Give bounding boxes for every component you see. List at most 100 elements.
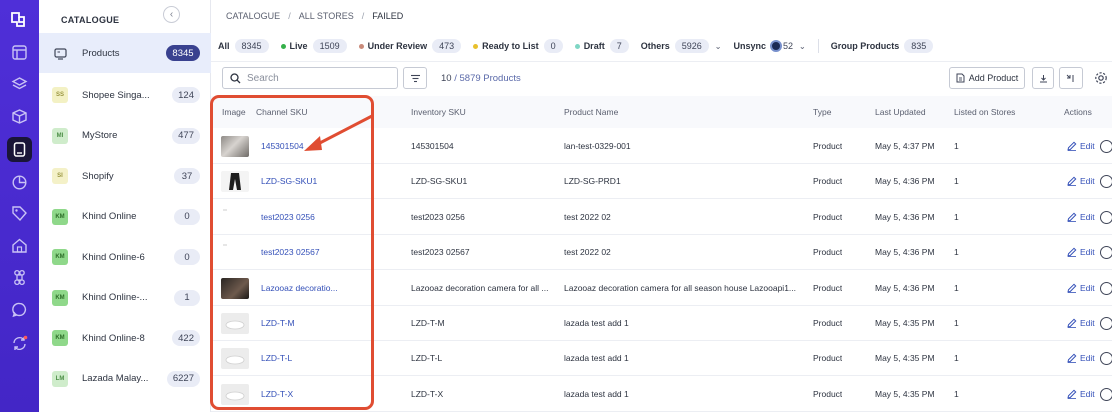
- tab-all[interactable]: All 8345: [218, 39, 269, 53]
- more-actions-icon[interactable]: [1100, 317, 1112, 330]
- chat-icon[interactable]: [7, 297, 32, 322]
- search-input[interactable]: Search: [222, 67, 398, 89]
- last-updated: May 5, 4:35 PM: [875, 353, 935, 364]
- product-image[interactable]: [221, 136, 249, 157]
- col-product-name[interactable]: Product Name: [564, 107, 618, 117]
- edit-button[interactable]: Edit: [1067, 389, 1095, 399]
- tab-ready-to-list[interactable]: Ready to List 0: [473, 39, 563, 53]
- col-channel-sku[interactable]: Channel SKU: [256, 107, 308, 117]
- channel-sku-link[interactable]: LZD-T-L: [261, 353, 401, 363]
- catalogue-panel: CATALOGUE Products 8345 SS Shopee Singa..…: [39, 0, 211, 412]
- sidebar-item-store[interactable]: KM Khind Online-8 422: [39, 318, 211, 358]
- table-row[interactable]: LZD-SG-SKU1 LZD-SG-SKU1 LZD-SG-PRD1 Product…: [211, 164, 1112, 200]
- product-image[interactable]: [221, 171, 249, 193]
- live-status-dot: [280, 43, 286, 49]
- download-button[interactable]: [1032, 67, 1054, 89]
- table-row[interactable]: LZD-T-M LZD-T-M lazada test add 1 Product Ma…: [211, 306, 1112, 341]
- add-product-button[interactable]: Add Product: [949, 67, 1025, 89]
- sync-icon[interactable]: [7, 331, 32, 356]
- collapse-panel-button[interactable]: ‹: [163, 6, 180, 23]
- channel-sku-link[interactable]: LZD-SG-SKU1: [261, 176, 401, 186]
- edit-button[interactable]: Edit: [1067, 353, 1095, 363]
- product-count: 10 / 5879 Products: [441, 73, 521, 84]
- box-icon[interactable]: [7, 104, 32, 129]
- gear-icon[interactable]: [1094, 71, 1108, 85]
- channel-sku-link[interactable]: Lazooaz decoratio...: [261, 283, 401, 293]
- catalogue-icon[interactable]: [7, 137, 32, 162]
- table-row[interactable]: test2023 0256 test2023 0256 test 2022 02 Pr…: [211, 199, 1112, 235]
- store-avatar-icon: SS: [52, 87, 68, 103]
- breadcrumb-catalogue[interactable]: CATALOGUE: [226, 11, 280, 21]
- listed-on-stores: 1: [954, 353, 959, 364]
- edit-button[interactable]: Edit: [1067, 283, 1095, 293]
- edit-label: Edit: [1080, 353, 1095, 364]
- channel-sku-link[interactable]: test2023 02567: [261, 247, 401, 257]
- channel-sku-link[interactable]: LZD-T-M: [261, 318, 401, 328]
- sidebar-item-label: Products: [82, 47, 120, 59]
- product-image[interactable]: [221, 348, 249, 370]
- sidebar-item-store[interactable]: LM Lazada Malay... 6227: [39, 359, 211, 399]
- channel-sku-link[interactable]: 145301504: [261, 141, 401, 151]
- edit-button[interactable]: Edit: [1067, 212, 1095, 222]
- more-actions-icon[interactable]: [1100, 210, 1112, 224]
- table-row[interactable]: LZD-T-L LZD-T-L lazada test add 1 Product Ma…: [211, 341, 1112, 377]
- expand-button[interactable]: [1059, 67, 1083, 89]
- table-row[interactable]: Lazooaz decoratio... Lazooaz decoration c…: [211, 270, 1112, 306]
- sidebar-item-count: 6227: [166, 370, 200, 387]
- sidebar-item-store[interactable]: MI MyStore 477: [39, 116, 211, 156]
- layers-icon[interactable]: [7, 72, 32, 97]
- breadcrumb-all-stores[interactable]: ALL STORES: [299, 11, 354, 21]
- more-actions-icon[interactable]: [1100, 281, 1112, 295]
- product-type: Product: [813, 141, 843, 151]
- sidebar-item-store[interactable]: SI Shopify 37: [39, 156, 211, 196]
- chevron-down-icon: ⌄: [714, 41, 722, 51]
- more-actions-icon[interactable]: [1100, 175, 1112, 189]
- edit-button[interactable]: Edit: [1067, 318, 1095, 328]
- dashboard-icon[interactable]: [7, 40, 32, 65]
- pencil-icon: [1067, 283, 1077, 293]
- product-image[interactable]: [221, 277, 249, 299]
- product-image[interactable]: [221, 383, 249, 405]
- tab-under-review[interactable]: Under Review 473: [358, 39, 462, 53]
- edit-button[interactable]: Edit: [1067, 141, 1095, 151]
- sidebar-item-store[interactable]: KM Khind Online-6 0: [39, 237, 211, 277]
- col-last-updated[interactable]: Last Updated: [875, 107, 926, 117]
- command-icon[interactable]: [7, 265, 32, 290]
- analytics-icon[interactable]: [7, 170, 32, 195]
- channel-sku-link[interactable]: LZD-T-X: [261, 389, 401, 399]
- app-logo-icon[interactable]: [9, 9, 30, 30]
- product-name: Lazooaz decoration camera for all season…: [564, 282, 797, 293]
- edit-button[interactable]: Edit: [1067, 176, 1095, 186]
- tab-count: 1509: [312, 39, 347, 53]
- col-type[interactable]: Type: [813, 107, 831, 117]
- tab-live[interactable]: Live 1509: [280, 39, 347, 53]
- tab-others[interactable]: Others 5926 ⌄: [641, 39, 722, 53]
- filter-icon: [410, 74, 420, 82]
- tab-label: Draft: [583, 41, 605, 51]
- sidebar-item-store[interactable]: SS Shopee Singa... 124: [39, 75, 211, 115]
- table-row[interactable]: test2023 02567 test2023 02567 test 2022 02…: [211, 235, 1112, 271]
- more-actions-icon[interactable]: [1100, 246, 1112, 260]
- tab-group-products[interactable]: Group Products 835: [831, 39, 934, 53]
- more-actions-icon[interactable]: [1100, 387, 1112, 401]
- sidebar-item-products[interactable]: Products 8345: [39, 33, 211, 73]
- col-inventory-sku[interactable]: Inventory SKU: [411, 107, 466, 117]
- more-actions-icon[interactable]: [1100, 352, 1112, 366]
- more-actions-icon[interactable]: [1100, 140, 1112, 153]
- pencil-icon: [1067, 212, 1077, 222]
- tab-unsync[interactable]: Unsync 52 ⌄: [733, 40, 806, 52]
- sidebar-item-store[interactable]: KM Khind Online-... 1: [39, 278, 211, 318]
- breadcrumb-current: FAILED: [372, 11, 404, 21]
- table-row[interactable]: LZD-T-X LZD-T-X lazada test add 1 Product Ma…: [211, 376, 1112, 412]
- tag-icon[interactable]: [7, 201, 32, 226]
- filter-button[interactable]: [403, 67, 427, 89]
- sidebar-item-store[interactable]: KM Khind Online 0: [39, 197, 211, 237]
- col-listed-on-stores[interactable]: Listed on Stores: [954, 107, 1015, 117]
- table-row[interactable]: 145301504 145301504 lan-test-0329-001 Produ…: [211, 129, 1112, 164]
- channel-sku-link[interactable]: test2023 0256: [261, 212, 401, 222]
- tab-draft[interactable]: Draft 7: [574, 39, 629, 53]
- edit-button[interactable]: Edit: [1067, 247, 1095, 257]
- home-icon[interactable]: [7, 233, 32, 258]
- product-image[interactable]: [221, 313, 249, 334]
- edit-label: Edit: [1080, 211, 1095, 222]
